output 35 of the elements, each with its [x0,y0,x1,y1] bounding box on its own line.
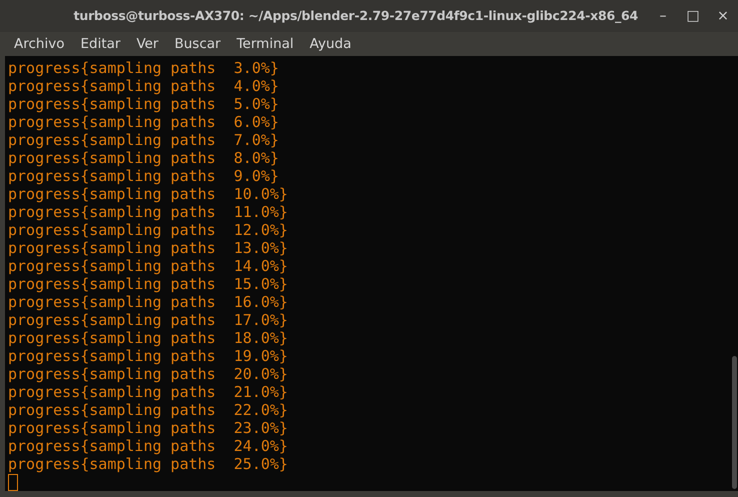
terminal-line: progress{sampling paths 14.0%} [8,257,288,275]
terminal-line: progress{sampling paths 8.0%} [8,149,279,167]
terminal-line: progress{sampling paths 21.0%} [8,383,288,401]
menu-item[interactable]: Ver [128,34,166,54]
terminal-line: progress{sampling paths 22.0%} [8,401,288,419]
terminal-line: progress{sampling paths 25.0%} [8,455,288,473]
menu-item[interactable]: Ayuda [302,34,360,54]
terminal-line: progress{sampling paths 9.0%} [8,167,279,185]
text-cursor [8,474,18,491]
terminal-line: progress{sampling paths 3.0%} [8,59,279,77]
minimize-button[interactable]: – [650,8,676,24]
scrollbar-thumb[interactable] [732,356,737,489]
terminal-line: progress{sampling paths 5.0%} [8,95,279,113]
terminal-line: progress{sampling paths 24.0%} [8,437,288,455]
terminal-line: progress{sampling paths 19.0%} [8,347,288,365]
terminal-line: progress{sampling paths 15.0%} [8,275,288,293]
terminal-line: progress{sampling paths 23.0%} [8,419,288,437]
terminal-line: progress{sampling paths 12.0%} [8,221,288,239]
menu-item[interactable]: Buscar [166,34,229,54]
terminal-line: progress{sampling paths 17.0%} [8,311,288,329]
menu-item[interactable]: Editar [72,34,128,54]
terminal-line: progress{sampling paths 6.0%} [8,113,279,131]
close-button[interactable]: × [710,8,736,24]
terminal-line: progress{sampling paths 16.0%} [8,293,288,311]
terminal-line: progress{sampling paths 20.0%} [8,365,288,383]
maximize-button[interactable]: □ [680,8,706,24]
terminal-line: progress{sampling paths 11.0%} [8,203,288,221]
terminal-line: progress{sampling paths 7.0%} [8,131,279,149]
terminal-line: progress{sampling paths 10.0%} [8,185,288,203]
menu-item[interactable]: Archivo [6,34,72,54]
window-title: turboss@turboss-AX370: ~/Apps/blender-2.79-27e77d4f9c1-linux-glibc224-x86_64 [74,8,638,24]
terminal-line: progress{sampling paths 13.0%} [8,239,288,257]
terminal-line: progress{sampling paths 18.0%} [8,329,288,347]
menu-item[interactable]: Terminal [228,34,302,54]
terminal-line: progress{sampling paths 4.0%} [8,77,279,95]
